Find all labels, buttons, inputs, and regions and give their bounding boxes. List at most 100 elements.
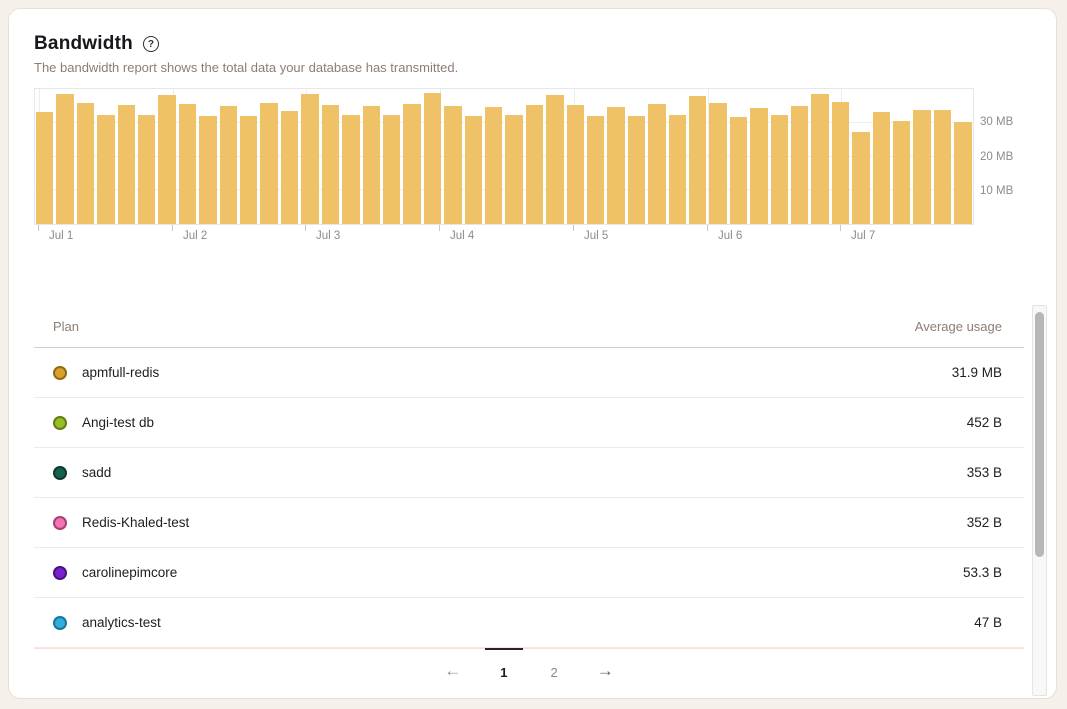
- active-page-indicator: [485, 648, 523, 650]
- plan-color-dot: [53, 516, 67, 530]
- bandwidth-bar[interactable]: [567, 105, 584, 224]
- column-header-average-usage: Average usage: [915, 319, 1002, 334]
- bandwidth-bar[interactable]: [322, 105, 339, 224]
- plan-name: apmfull-redis: [82, 365, 159, 380]
- table-row[interactable]: Angi-test db 452 B: [34, 398, 1024, 448]
- x-axis-label: Jul 1: [49, 230, 73, 242]
- bandwidth-bar[interactable]: [730, 117, 747, 224]
- table-row[interactable]: analytics-test47 B: [34, 598, 1024, 648]
- x-axis-tick: [573, 225, 574, 231]
- bandwidth-card: Bandwidth ? The bandwidth report shows t…: [8, 8, 1057, 699]
- bandwidth-bar[interactable]: [179, 104, 196, 224]
- table-row[interactable]: apmfull-redis 31.9 MB: [34, 348, 1024, 398]
- table-row[interactable]: sadd353 B: [34, 448, 1024, 498]
- plan-color-dot: [53, 566, 67, 580]
- y-axis-label: 10 MB: [980, 185, 1013, 197]
- bandwidth-bar[interactable]: [832, 102, 849, 224]
- bandwidth-bar[interactable]: [689, 96, 706, 224]
- bandwidth-bar[interactable]: [36, 112, 53, 224]
- bandwidth-bar[interactable]: [138, 115, 155, 224]
- bandwidth-bar[interactable]: [465, 116, 482, 224]
- bandwidth-bar[interactable]: [771, 115, 788, 224]
- bandwidth-bar[interactable]: [444, 106, 461, 224]
- plan-color-dot: [53, 466, 67, 480]
- next-page-icon[interactable]: →: [593, 660, 618, 681]
- x-axis-tick: [172, 225, 173, 231]
- table-scrollbar-track[interactable]: [1032, 305, 1047, 696]
- page-title: Bandwidth: [34, 33, 133, 55]
- bandwidth-bar[interactable]: [913, 110, 930, 224]
- card-header: Bandwidth ? The bandwidth report shows t…: [9, 9, 1056, 75]
- bandwidth-bar[interactable]: [403, 104, 420, 224]
- bandwidth-bar[interactable]: [893, 121, 910, 224]
- bandwidth-bar[interactable]: [648, 104, 665, 224]
- y-axis-label: 30 MB: [980, 116, 1013, 128]
- bandwidth-bar[interactable]: [220, 106, 237, 224]
- table-row[interactable]: carolinepimcore53.3 B: [34, 548, 1024, 598]
- page-subtitle: The bandwidth report shows the total dat…: [34, 60, 1056, 75]
- x-axis-tick: [305, 225, 306, 231]
- plan-name: Angi-test db: [82, 415, 154, 430]
- x-axis-label: Jul 6: [718, 230, 742, 242]
- pagination: ← 12 →: [34, 648, 1024, 696]
- x-axis-label: Jul 4: [450, 230, 474, 242]
- previous-page-icon[interactable]: ←: [440, 660, 465, 681]
- plan-color-dot: [53, 416, 67, 430]
- bandwidth-bar[interactable]: [526, 105, 543, 224]
- bandwidth-bar[interactable]: [791, 106, 808, 224]
- x-axis-label: Jul 7: [851, 230, 875, 242]
- table-header-row: Plan Average usage: [34, 301, 1024, 348]
- help-icon[interactable]: ?: [143, 36, 159, 52]
- plan-color-dot: [53, 616, 67, 630]
- bandwidth-bar[interactable]: [260, 103, 277, 225]
- bandwidth-bar[interactable]: [873, 112, 890, 224]
- chart-plot-area[interactable]: [34, 88, 974, 225]
- bandwidth-bar[interactable]: [485, 107, 502, 224]
- bandwidth-bar[interactable]: [852, 132, 869, 224]
- bandwidth-bar[interactable]: [301, 94, 318, 224]
- bandwidth-bar[interactable]: [118, 105, 135, 224]
- bandwidth-bar[interactable]: [709, 103, 726, 224]
- average-usage-value: 352 B: [967, 515, 1002, 530]
- bandwidth-bar[interactable]: [546, 95, 563, 224]
- bandwidth-bar[interactable]: [97, 115, 114, 224]
- bandwidth-bar[interactable]: [587, 116, 604, 224]
- bandwidth-bar[interactable]: [607, 107, 624, 224]
- chart-bars: [35, 89, 973, 224]
- table-scrollbar-thumb[interactable]: [1035, 312, 1044, 557]
- bandwidth-bar[interactable]: [934, 110, 951, 224]
- y-axis-label: 20 MB: [980, 151, 1013, 163]
- bandwidth-bar[interactable]: [750, 108, 767, 224]
- table-row[interactable]: Redis-Khaled-test 352 B: [34, 498, 1024, 548]
- bandwidth-chart: Jul 1Jul 2Jul 3Jul 4Jul 5Jul 6Jul 7 10 M…: [34, 88, 1040, 250]
- bandwidth-bar[interactable]: [628, 116, 645, 224]
- bandwidth-bar[interactable]: [158, 95, 175, 224]
- bandwidth-bar[interactable]: [811, 94, 828, 224]
- x-axis-tick: [707, 225, 708, 231]
- bandwidth-bar[interactable]: [669, 115, 686, 224]
- bandwidth-bar[interactable]: [77, 103, 94, 224]
- bandwidth-bar[interactable]: [954, 122, 971, 224]
- x-axis-label: Jul 5: [584, 230, 608, 242]
- average-usage-value: 47 B: [974, 615, 1002, 630]
- bandwidth-bar[interactable]: [240, 116, 257, 224]
- bandwidth-bar[interactable]: [363, 106, 380, 224]
- bandwidth-bar[interactable]: [281, 111, 298, 224]
- page-numbers: 12: [492, 659, 565, 682]
- bandwidth-bar[interactable]: [505, 115, 522, 224]
- chart-x-axis: Jul 1Jul 2Jul 3Jul 4Jul 5Jul 6Jul 7: [34, 225, 974, 249]
- bandwidth-bar[interactable]: [342, 115, 359, 224]
- bandwidth-bar[interactable]: [424, 93, 441, 224]
- average-usage-value: 31.9 MB: [952, 365, 1002, 380]
- x-axis-tick: [439, 225, 440, 231]
- plan-color-dot: [53, 366, 67, 380]
- usage-table: Plan Average usage apmfull-redis 31.9 MB A…: [34, 301, 1047, 696]
- x-axis-label: Jul 3: [316, 230, 340, 242]
- plan-name: Redis-Khaled-test: [82, 515, 189, 530]
- page-number-2[interactable]: 2: [543, 659, 566, 682]
- bandwidth-bar[interactable]: [199, 116, 216, 224]
- average-usage-value: 452 B: [967, 415, 1002, 430]
- bandwidth-bar[interactable]: [56, 94, 73, 224]
- page-number-1[interactable]: 1: [492, 659, 515, 682]
- bandwidth-bar[interactable]: [383, 115, 400, 224]
